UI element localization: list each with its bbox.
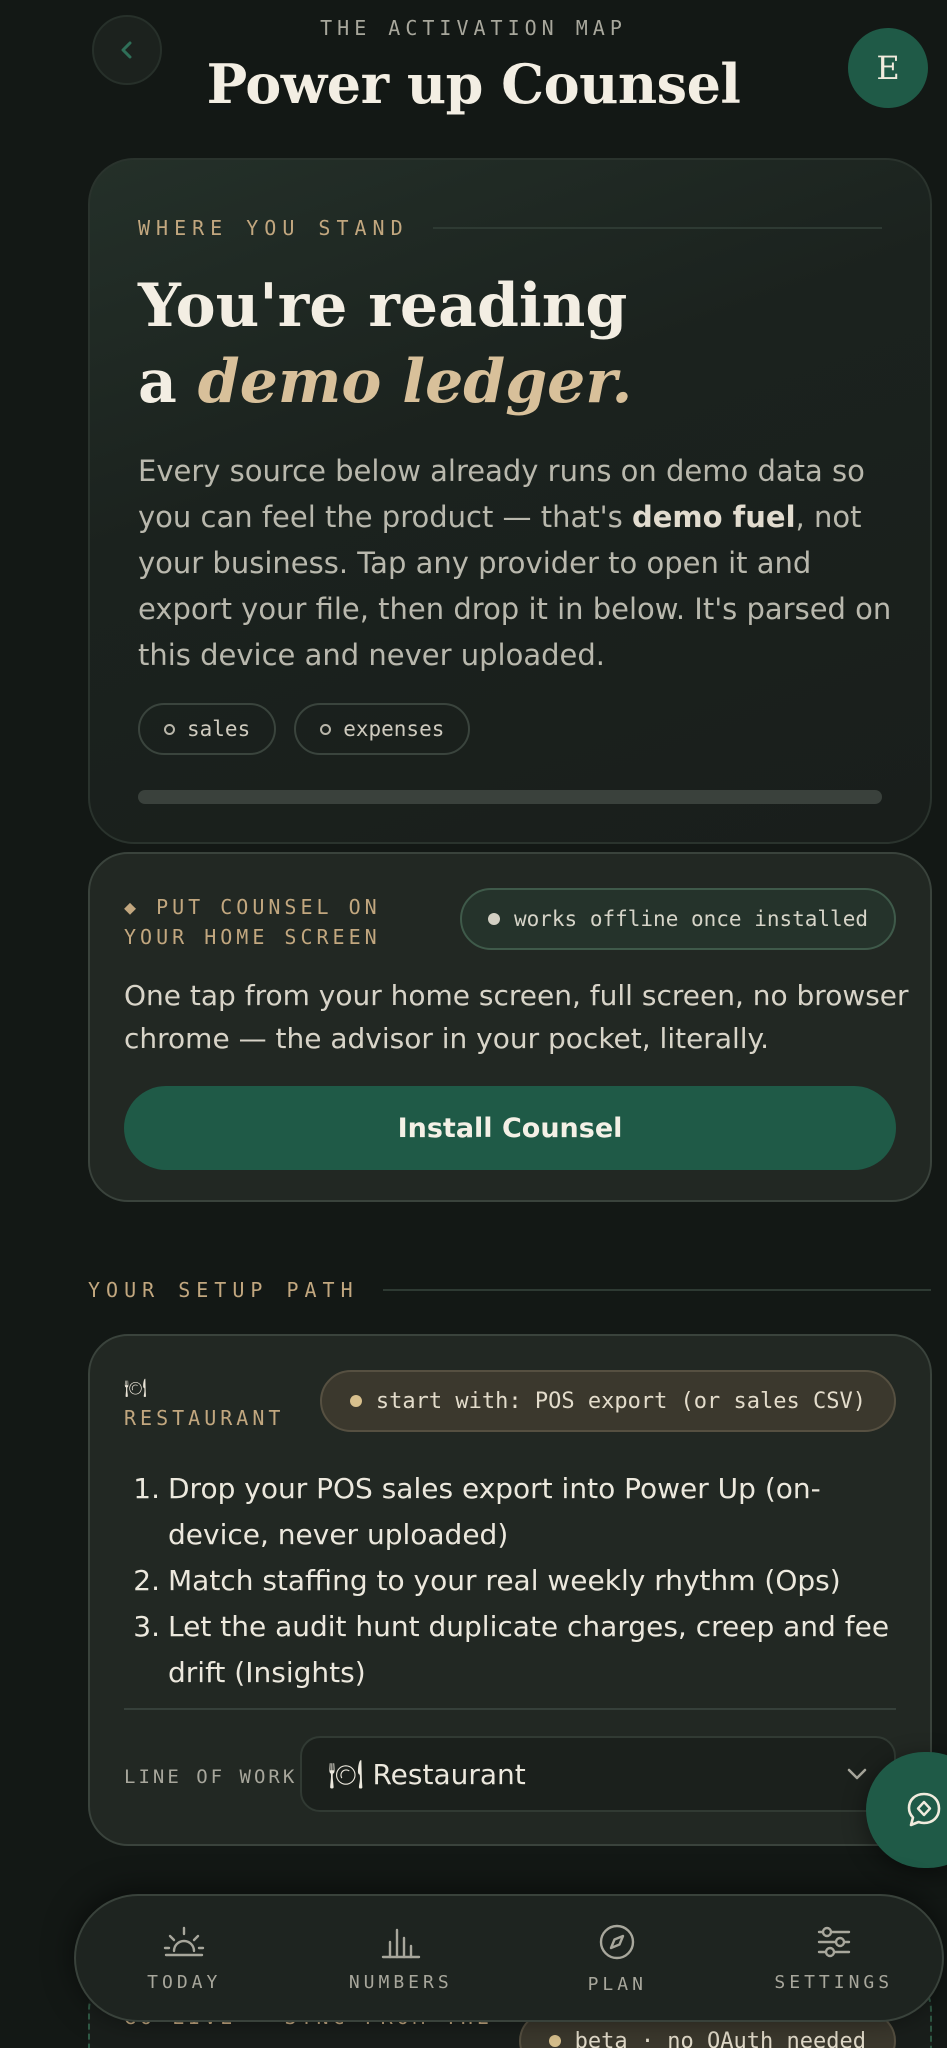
status-eyebrow: WHERE YOU STAND: [138, 216, 882, 240]
page-eyebrow: THE ACTIVATION MAP: [320, 16, 627, 40]
activation-progress: [138, 790, 882, 804]
bottom-nav: TODAY NUMBERS PLAN SETTINGS: [74, 1894, 944, 2022]
status-dot-icon: [320, 723, 332, 735]
status-card: WHERE YOU STAND You're reading a demo le…: [88, 158, 932, 844]
divider: [124, 1708, 896, 1710]
nav-label: PLAN: [587, 1973, 647, 1995]
step-number: 1.: [133, 1472, 160, 1505]
chip-expenses[interactable]: expenses: [294, 703, 471, 755]
nav-item-today[interactable]: TODAY: [89, 1924, 279, 1993]
chip-sales[interactable]: sales: [138, 703, 277, 755]
offline-badge-label: works offline once installed: [513, 907, 868, 931]
offline-badge: works offline once installed: [459, 888, 896, 950]
fork-knife-icon: 🍽: [124, 1378, 147, 1399]
nav-label: NUMBERS: [348, 1971, 453, 1993]
chip-label: sales: [187, 717, 251, 741]
status-eyebrow-label: WHERE YOU STAND: [138, 216, 409, 240]
line-of-work-value: 🍽 Restaurant: [328, 1757, 526, 1791]
status-heading-line1: You're reading: [138, 271, 628, 341]
avatar[interactable]: E: [848, 28, 928, 108]
install-eyebrow: ◆ PUT COUNSEL ON YOUR HOME SCREEN: [124, 895, 381, 949]
nav-item-settings[interactable]: SETTINGS: [739, 1924, 929, 1993]
list-item: 2. Match staffing to your real weekly rhy…: [124, 1558, 914, 1604]
compass-icon: [600, 1924, 635, 1959]
status-description-bold: demo fuel: [631, 500, 796, 534]
chevron-down-icon: [847, 1768, 867, 1780]
beta-badge-label: beta · no OAuth needed: [574, 2028, 866, 2048]
line-of-work-label: LINE OF WORK: [124, 1766, 298, 1788]
install-button[interactable]: Install Counsel: [124, 1086, 896, 1170]
step-number: 2.: [133, 1564, 160, 1597]
setup-eyebrow-label: YOUR SETUP PATH: [88, 1278, 359, 1302]
status-heading-prefix: a: [138, 347, 198, 417]
eyebrow-rule: [382, 1289, 931, 1291]
persona-label: RESTAURANT: [124, 1406, 285, 1430]
nav-item-numbers[interactable]: NUMBERS: [306, 1924, 496, 1993]
line-of-work-select[interactable]: 🍽 Restaurant: [300, 1736, 896, 1812]
chip-label: expenses: [343, 717, 445, 741]
start-with-label: start with: POS export (or sales CSV): [375, 1388, 866, 1414]
sliders-icon: [817, 1926, 850, 1957]
step-text: Let the audit hunt duplicate charges, cr…: [168, 1610, 890, 1689]
list-item: 1. Drop your POS sales export into Power …: [124, 1466, 914, 1558]
step-text: Match staffing to your real weekly rhyth…: [168, 1564, 841, 1597]
status-dot-icon: [548, 2035, 561, 2047]
source-chips: sales expenses: [138, 703, 471, 755]
install-card: ◆ PUT COUNSEL ON YOUR HOME SCREEN works …: [88, 852, 932, 1202]
page-title: Power up Counsel: [206, 52, 741, 116]
status-dot-icon: [164, 723, 175, 735]
step-text: Drop your POS sales export into Power Up…: [168, 1472, 821, 1551]
step-number: 3.: [133, 1610, 160, 1643]
status-heading: You're reading a demo ledger.: [138, 268, 838, 420]
nav-label: TODAY: [147, 1971, 222, 1993]
nav-label: SETTINGS: [774, 1971, 894, 1993]
status-dot-icon: [349, 1395, 362, 1407]
setup-eyebrow: YOUR SETUP PATH: [88, 1278, 931, 1302]
sunrise-icon: [164, 1926, 205, 1956]
nav-item-plan[interactable]: PLAN: [522, 1922, 712, 1995]
list-item: 3. Let the audit hunt duplicate charges, …: [124, 1604, 914, 1696]
start-with-badge: start with: POS export (or sales CSV): [319, 1370, 896, 1432]
eyebrow-rule: [432, 227, 882, 229]
status-description: Every source below already runs on demo …: [138, 448, 898, 678]
setup-card: 🍽 RESTAURANT start with: POS export (or …: [88, 1334, 932, 1846]
chat-bubble-icon: [907, 1792, 941, 1827]
status-dot-icon: [487, 913, 500, 925]
status-heading-accent: demo ledger.: [197, 347, 633, 417]
bar-chart-icon: [381, 1928, 420, 1958]
setup-steps: 1. Drop your POS sales export into Power …: [124, 1466, 914, 1696]
install-description: One tap from your home screen, full scre…: [124, 979, 909, 1055]
